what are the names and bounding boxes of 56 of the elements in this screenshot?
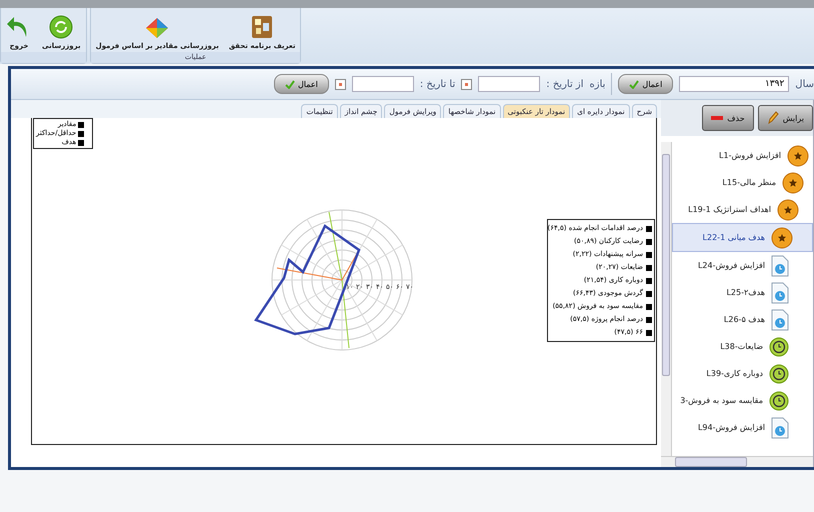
tree-item[interactable]: هدف میانی L22-1	[672, 223, 813, 252]
legend-swatch	[646, 264, 652, 270]
star-badge-icon	[782, 172, 804, 194]
board-icon	[251, 15, 274, 39]
tree-item[interactable]: افزایش فروش-L94	[672, 414, 813, 441]
clock-icon	[769, 390, 789, 410]
tree-item[interactable]: ضایعات-L38	[672, 333, 813, 360]
range-label: بازه	[590, 78, 606, 90]
clock-icon	[769, 364, 789, 384]
tree-item[interactable]: هدف ۵-L26	[672, 306, 813, 333]
tree-item[interactable]: افزایش فروش-L1	[672, 142, 813, 169]
year-label: سال	[795, 78, 814, 90]
legend-swatch	[646, 226, 652, 232]
clock-icon	[769, 336, 789, 356]
legend-swatch	[646, 304, 652, 310]
check-icon	[629, 80, 640, 88]
year-spinner[interactable]: ۱۳۹۲	[679, 76, 790, 92]
legend-swatch	[646, 330, 652, 336]
apply-button[interactable]: اعمال	[274, 74, 329, 94]
legend-swatch	[646, 238, 652, 244]
pencil-icon	[766, 111, 779, 125]
legend-swatch	[646, 290, 652, 296]
tree-item[interactable]: افزایش فروش-L24	[672, 252, 813, 279]
star-badge-icon	[771, 226, 793, 248]
apply-button[interactable]: اعمال	[618, 74, 674, 94]
to-date-field[interactable]	[352, 76, 414, 92]
calendar-icon[interactable]	[461, 78, 472, 90]
document-clock-icon	[771, 416, 789, 438]
calendar-icon[interactable]	[334, 78, 346, 90]
legend-swatch	[78, 122, 84, 128]
scrollbar[interactable]	[661, 456, 813, 467]
scrollbar[interactable]	[661, 142, 672, 456]
legend-swatch	[646, 316, 652, 322]
check-icon	[284, 80, 295, 88]
document-clock-icon	[771, 282, 789, 304]
tree-item[interactable]: اهداف استراتژیک L19-1	[672, 196, 813, 223]
to-date-label: تا تاریخ :	[420, 78, 456, 90]
tree-item[interactable]: هدف۲-L25	[672, 279, 813, 306]
refresh-icon	[49, 15, 74, 39]
minus-icon	[711, 116, 724, 120]
from-date-label: از تاریخ :	[546, 78, 584, 90]
edit-button[interactable]: یرایش	[758, 105, 813, 131]
legend-swatch	[646, 252, 652, 258]
legend-swatch	[78, 130, 84, 136]
tree-item[interactable]: منظر مالی-L15	[672, 169, 813, 196]
diamond-icon	[145, 17, 170, 39]
tree-item[interactable]: دوباره کاری-L39	[672, 360, 813, 387]
legend-swatch	[78, 140, 84, 146]
delete-button[interactable]: حذف	[702, 105, 754, 131]
tree-item[interactable]: مقایسه سود به فروش-3	[672, 387, 813, 414]
legend-swatch	[646, 278, 652, 284]
from-date-field[interactable]	[478, 76, 540, 92]
document-clock-icon	[771, 254, 789, 276]
document-clock-icon	[771, 308, 789, 330]
star-badge-icon	[777, 198, 799, 220]
star-badge-icon	[787, 144, 809, 166]
